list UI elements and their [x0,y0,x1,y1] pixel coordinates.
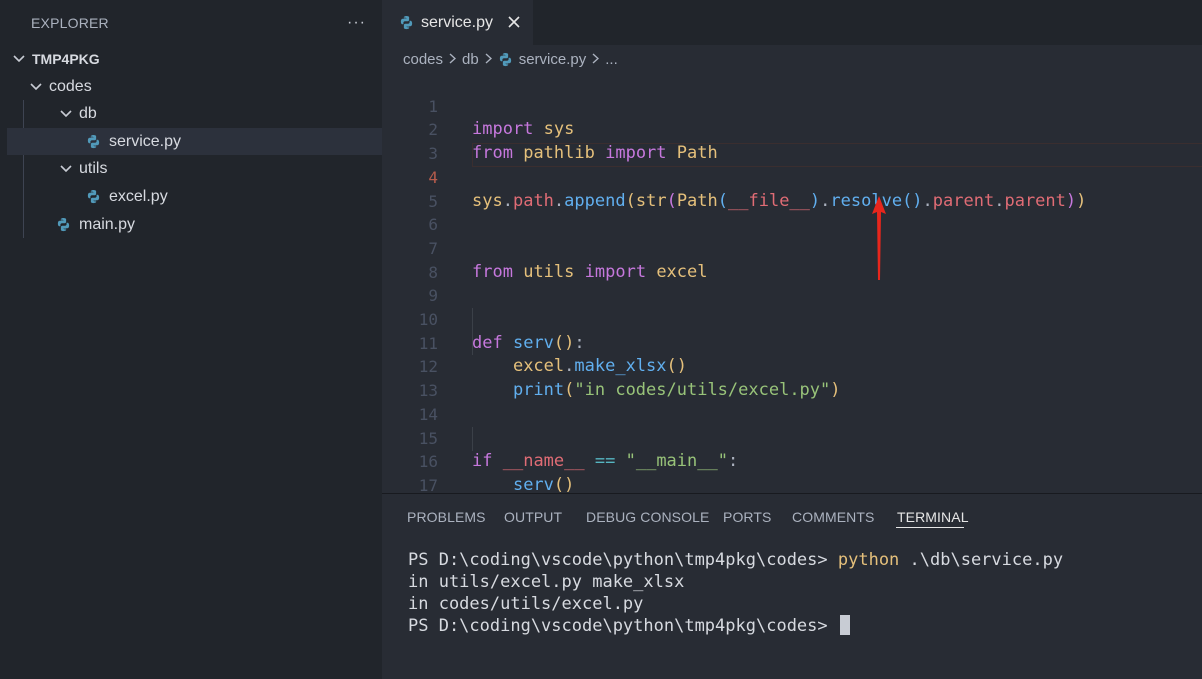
editor-tab-bar: service.py [382,0,1202,45]
code-line: 13 [382,355,1202,400]
python-file-icon [57,217,70,232]
annotation-arrow-icon [872,196,886,280]
active-tab-indicator [896,527,964,528]
tree-folder-utils[interactable]: utils [7,155,382,182]
breadcrumb: codes db service.py ... [403,47,618,71]
tree-folder-codes[interactable]: codes [7,73,382,100]
code-line: 9 [382,261,1202,305]
tab-label: service.py [421,13,494,31]
tree-item-label: codes [49,77,92,95]
chevron-down-icon [59,162,73,176]
code-line: 7 from utils import excel [382,213,1202,282]
python-file-icon [87,134,100,149]
bottom-panel: PROBLEMS OUTPUT DEBUG CONSOLE PORTS COMM… [382,493,1202,679]
python-file-icon [499,52,511,66]
tree-root-label: TMP4PKG [32,50,100,67]
terminal-line: PS D:\coding\vscode\python\tmp4pkg\codes… [408,615,1063,637]
code-line: 2 from pathlib import Path [382,95,1202,163]
terminal-command-args: .\db\service.py [899,550,1064,570]
code-line-active: 4 sys.path.append(str(Path(__file__).res… [382,142,1202,211]
tree-item-label: main.py [79,215,136,233]
code-line: 6 [382,190,1202,234]
chevron-right-icon [592,51,600,67]
code-line: 17 [382,450,1202,495]
ellipsis-icon[interactable]: ··· [347,14,366,32]
terminal-output[interactable]: PS D:\coding\vscode\python\tmp4pkg\codes… [408,549,1063,637]
python-file-icon [400,15,413,30]
tree-file-excel-py[interactable]: excel.py [7,183,382,210]
chevron-down-icon [12,52,26,66]
chevron-down-icon [59,107,73,121]
vscode-window: EXPLORER ··· TMP4PKG codes db service.py… [0,0,1202,679]
breadcrumb-file[interactable]: service.py [519,51,587,68]
terminal-line: in codes/utils/excel.py [408,594,644,614]
explorer-header: EXPLORER ··· [0,0,382,45]
chevron-right-icon [485,51,492,67]
code-line: 10 def serv(): [382,284,1202,353]
code-line: 1 import sys [382,71,1202,140]
tab-output[interactable]: OUTPUT [504,509,562,525]
breadcrumb-db[interactable]: db [462,51,479,68]
tab-service-py[interactable]: service.py [382,0,533,45]
breadcrumb-codes[interactable]: codes [403,51,443,68]
code-line: 15 if __name__ == "__main__": [382,403,1202,472]
code-line: 12 print("in codes/utils/excel.py") [382,332,1202,400]
terminal-cursor [839,615,850,635]
terminal-prompt: PS D:\coding\vscode\python\tmp4pkg\codes… [408,550,838,570]
chevron-down-icon [29,80,43,94]
tab-comments[interactable]: COMMENTS [792,509,874,525]
code-line: 14 [382,379,1202,424]
tab-ports[interactable]: PORTS [723,509,771,525]
tree-item-label: utils [79,159,108,177]
code-line: 5 [382,166,1202,211]
tab-problems[interactable]: PROBLEMS [407,509,486,525]
terminal-line: PS D:\coding\vscode\python\tmp4pkg\codes… [408,549,1063,571]
panel-tab-bar: PROBLEMS OUTPUT DEBUG CONSOLE PORTS COMM… [382,494,1202,538]
breadcrumb-symbols[interactable]: ... [605,51,618,68]
terminal-prompt: PS D:\coding\vscode\python\tmp4pkg\codes… [408,616,838,636]
tree-item-label: excel.py [109,187,168,205]
terminal-line: in utils/excel.py make_xlsx [408,572,685,592]
python-file-icon [87,189,100,204]
tree-file-main-py[interactable]: main.py [7,211,382,238]
tab-debug-console[interactable]: DEBUG CONSOLE [586,509,709,525]
tree-folder-db[interactable]: db [7,100,382,127]
explorer-sidebar: EXPLORER ··· TMP4PKG codes db service.py… [0,0,382,679]
close-icon[interactable] [504,12,524,32]
code-line: 11 excel.make_xlsx() [382,308,1202,377]
tree-file-service-py[interactable]: service.py [7,128,382,155]
explorer-title: EXPLORER [31,14,109,31]
tree-item-label: service.py [109,132,182,150]
tab-terminal[interactable]: TERMINAL [897,509,969,525]
tree-item-label: db [79,104,97,122]
code-line: 16 serv() [382,427,1202,495]
tree-root-folder[interactable]: TMP4PKG [7,45,382,72]
terminal-command: python [837,550,900,570]
chevron-right-icon [449,51,457,67]
code-line: 3 [382,118,1202,163]
code-line: 8 [382,237,1202,282]
